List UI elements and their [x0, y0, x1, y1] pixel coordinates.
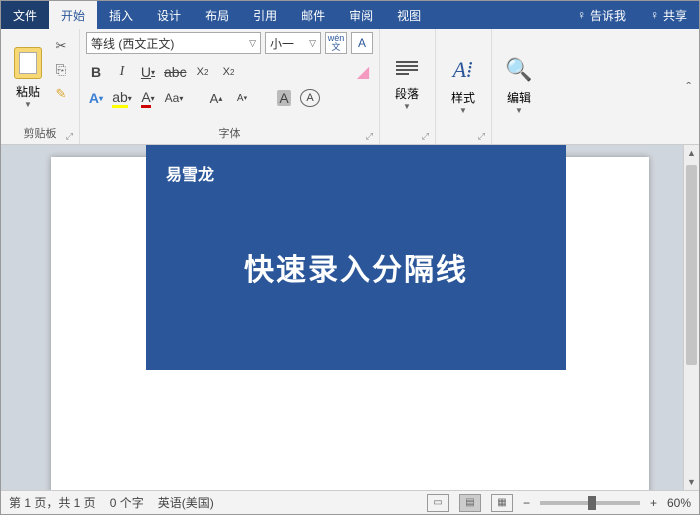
- paragraph-button[interactable]: 段落▼: [386, 32, 428, 139]
- ribbon: 粘贴 ▼ ✂ ⎘ ✎ 剪贴板 ⤢ 等线 (西文正文)▽ 小一▽ wén文 A B …: [1, 29, 699, 145]
- book-icon: ▭: [433, 497, 442, 508]
- edit-button[interactable]: 🔍 编辑▼: [498, 32, 540, 139]
- zoom-in-button[interactable]: +: [650, 496, 657, 510]
- copy-button[interactable]: ⎘: [51, 60, 71, 80]
- paragraph-launcher[interactable]: ⤢: [422, 131, 429, 142]
- strikethrough-button[interactable]: abc: [164, 61, 187, 83]
- styles-launcher[interactable]: ⤢: [478, 131, 485, 142]
- clipboard-icon: [14, 47, 42, 79]
- group-label-clipboard: 剪贴板: [24, 128, 57, 140]
- clipboard-launcher[interactable]: ⤢: [66, 131, 73, 142]
- grow-font-button[interactable]: A▴: [206, 87, 226, 109]
- page-icon: ▤: [465, 497, 474, 508]
- chevron-up-icon: ˆ: [686, 79, 691, 95]
- overlay-title: 快速录入分隔线: [166, 245, 546, 289]
- tab-references[interactable]: 引用: [241, 1, 289, 29]
- group-edit: 🔍 编辑▼: [492, 29, 548, 144]
- styles-button[interactable]: A⁞ 样式▼: [442, 32, 484, 139]
- group-label-font: 字体: [219, 128, 241, 140]
- view-web-button[interactable]: ▦: [491, 494, 513, 512]
- paragraph-icon: [396, 61, 418, 79]
- format-painter-button[interactable]: ✎: [51, 84, 71, 104]
- document-area: 易雪龙 快速录入分隔线 ▲ ▼: [1, 145, 699, 490]
- subscript-button[interactable]: X2: [193, 61, 213, 83]
- person-icon: ♀: [650, 8, 659, 22]
- font-size-combo[interactable]: 小一▽: [265, 32, 321, 54]
- overlay-brand: 易雪龙: [166, 161, 546, 185]
- bulb-icon: ♀: [577, 8, 586, 22]
- shrink-font-button[interactable]: A▾: [232, 87, 252, 109]
- phonetic-guide-button[interactable]: wén文: [325, 32, 347, 54]
- font-name-combo[interactable]: 等线 (西文正文)▽: [86, 32, 261, 54]
- text-effects-button[interactable]: A▾: [86, 87, 106, 109]
- tab-tellme[interactable]: ♀告诉我: [565, 1, 638, 29]
- web-icon: ▦: [497, 497, 506, 508]
- tab-layout[interactable]: 布局: [193, 1, 241, 29]
- scroll-up-arrow[interactable]: ▲: [684, 145, 699, 161]
- tab-bar: 文件 开始 插入 设计 布局 引用 邮件 审阅 视图 ♀告诉我 ♀共享: [1, 1, 699, 29]
- status-page[interactable]: 第 1 页，共 1 页: [9, 494, 96, 511]
- view-read-button[interactable]: ▭: [427, 494, 449, 512]
- group-font: 等线 (西文正文)▽ 小一▽ wén文 A B I U▾ abc X2 X2 ◢…: [80, 29, 380, 144]
- scroll-thumb[interactable]: [686, 165, 697, 365]
- tab-view[interactable]: 视图: [385, 1, 433, 29]
- styles-icon: A⁞: [453, 57, 474, 83]
- italic-button[interactable]: I: [112, 61, 132, 83]
- tab-share[interactable]: ♀共享: [638, 1, 699, 29]
- zoom-out-button[interactable]: −: [523, 496, 530, 510]
- tab-design[interactable]: 设计: [145, 1, 193, 29]
- paste-button[interactable]: 粘贴 ▼: [7, 32, 49, 123]
- tab-mail[interactable]: 邮件: [289, 1, 337, 29]
- bold-button[interactable]: B: [86, 61, 106, 83]
- eraser-icon: ◢: [357, 62, 369, 82]
- highlight-button[interactable]: ab▾: [112, 87, 132, 109]
- status-bar: 第 1 页，共 1 页 0 个字 英语(美国) ▭ ▤ ▦ − + 60%: [1, 490, 699, 514]
- status-words[interactable]: 0 个字: [110, 494, 144, 511]
- superscript-button[interactable]: X2: [219, 61, 239, 83]
- group-clipboard: 粘贴 ▼ ✂ ⎘ ✎ 剪贴板 ⤢: [1, 29, 80, 144]
- group-paragraph: 段落▼ ⤢: [380, 29, 436, 144]
- scissors-icon: ✂: [56, 38, 67, 54]
- change-case-button[interactable]: Aa▾: [164, 87, 184, 109]
- tab-insert[interactable]: 插入: [97, 1, 145, 29]
- tab-review[interactable]: 审阅: [337, 1, 385, 29]
- brush-icon: ✎: [56, 86, 67, 102]
- zoom-thumb[interactable]: [588, 496, 596, 510]
- clear-format-button[interactable]: ◢: [353, 61, 373, 83]
- underline-button[interactable]: U▾: [138, 61, 158, 83]
- collapse-ribbon-button[interactable]: ˆ: [686, 79, 691, 95]
- font-color-button[interactable]: A▾: [138, 87, 158, 109]
- overlay-slide: 易雪龙 快速录入分隔线: [146, 145, 566, 370]
- zoom-slider[interactable]: [540, 501, 640, 505]
- char-border-button[interactable]: A: [351, 32, 373, 54]
- char-shading-button[interactable]: A: [274, 87, 294, 109]
- enclose-char-button[interactable]: A: [300, 89, 320, 107]
- cut-button[interactable]: ✂: [51, 36, 71, 56]
- copy-icon: ⎘: [56, 62, 66, 78]
- scroll-down-arrow[interactable]: ▼: [684, 474, 699, 490]
- tab-home[interactable]: 开始: [49, 1, 97, 29]
- font-launcher[interactable]: ⤢: [366, 131, 373, 142]
- tab-file[interactable]: 文件: [1, 1, 49, 29]
- view-print-button[interactable]: ▤: [459, 494, 481, 512]
- search-icon: 🔍: [505, 57, 532, 83]
- vertical-scrollbar[interactable]: ▲ ▼: [683, 145, 699, 490]
- zoom-level[interactable]: 60%: [667, 496, 691, 510]
- status-language[interactable]: 英语(美国): [158, 494, 214, 511]
- group-styles: A⁞ 样式▼ ⤢: [436, 29, 492, 144]
